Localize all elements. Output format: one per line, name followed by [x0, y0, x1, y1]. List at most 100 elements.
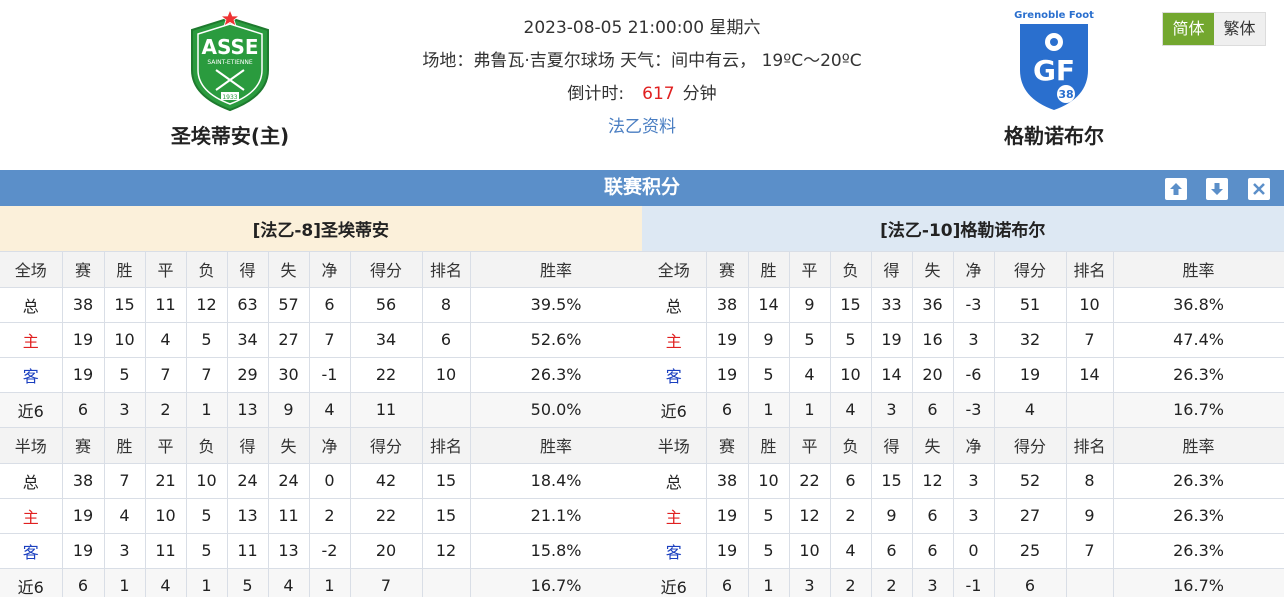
table-cell: 7 — [1066, 533, 1114, 569]
column-header: 赛 — [62, 427, 105, 464]
table-cell: 22 — [350, 357, 423, 393]
away-team[interactable]: Grenoble Foot GF 38 格勒诺布尔 — [954, 8, 1154, 149]
move-up-button[interactable] — [1165, 178, 1187, 200]
table-cell: 6 — [994, 568, 1067, 597]
table-cell: 34 — [350, 322, 423, 358]
column-header: 净 — [309, 251, 351, 288]
away-team-logo[interactable]: Grenoble Foot GF 38 — [1012, 8, 1096, 112]
table-cell: 13 — [268, 533, 310, 569]
home-team-logo[interactable]: ASSE SAINT-ETIENNE 1933 — [188, 8, 272, 112]
table-cell: 3 — [953, 463, 995, 499]
table-cell: 5 — [227, 568, 269, 597]
table-cell: 13 — [227, 392, 269, 428]
table-row: 客 19 3 11 5 11 13 -2 20 12 15.8% — [0, 533, 643, 569]
table-cell: 5 — [186, 498, 228, 534]
table-cell: 26.3% — [470, 357, 643, 393]
column-header: 胜 — [748, 427, 790, 464]
column-header: 排名 — [422, 427, 471, 464]
table-cell: 56 — [350, 287, 423, 323]
table-cell: 4 — [104, 498, 146, 534]
column-header: 平 — [789, 427, 831, 464]
table-cell: 50.0% — [470, 392, 643, 428]
column-header: 赛 — [706, 251, 749, 288]
arrow-up-icon — [1170, 183, 1182, 195]
table-cell: 51 — [994, 287, 1067, 323]
table-cell: 27 — [994, 498, 1067, 534]
table-cell: 22 — [789, 463, 831, 499]
column-header: 赛 — [62, 251, 105, 288]
table-cell: 26.3% — [1113, 357, 1284, 393]
table-cell: 12 — [186, 287, 228, 323]
table-cell: 11 — [227, 533, 269, 569]
table-cell: 11 — [350, 392, 423, 428]
table-cell: 19 — [62, 357, 105, 393]
svg-text:38: 38 — [1058, 88, 1073, 101]
table-cell: 15 — [422, 498, 471, 534]
table-cell: 36 — [912, 287, 954, 323]
close-icon — [1253, 183, 1265, 195]
lang-simplified-button[interactable]: 简体 — [1163, 13, 1214, 45]
table-cell: 11 — [145, 533, 187, 569]
table-cell: 2 — [830, 568, 872, 597]
home-standings-panel: [法乙-8]圣埃蒂安 全场赛胜平负得失净得分 排名 胜率总 38 15 11 12 63 57 6… — [0, 206, 643, 597]
language-switch: 简体 繁体 — [1162, 12, 1266, 46]
table-cell: 1 — [309, 568, 351, 597]
table-row: 主 19 9 5 5 19 16 3 32 7 47.4% — [642, 322, 1284, 358]
table-cell: 10 — [789, 533, 831, 569]
table-cell: 15 — [422, 463, 471, 499]
match-venue: 场地：弗鲁瓦·吉夏尔球场 天气：间中有云， 19ºC～20ºC — [422, 51, 862, 71]
table-cell: 2 — [309, 498, 351, 534]
column-header: 负 — [186, 427, 228, 464]
table-cell: 15 — [104, 287, 146, 323]
column-header: 得 — [227, 251, 269, 288]
table-cell: 42 — [350, 463, 423, 499]
table-cell: 6 — [871, 533, 913, 569]
column-header: 胜率 — [1113, 251, 1284, 288]
table-cell: 38 — [62, 463, 105, 499]
match-header: ASSE SAINT-ETIENNE 1933 圣埃蒂安(主) 2023-08-… — [0, 0, 1284, 170]
column-header: 排名 — [1066, 427, 1114, 464]
table-row: 近6 6 3 2 1 13 9 4 11 50.0% — [0, 392, 643, 428]
row-label: 主 — [642, 322, 707, 358]
table-cell: -1 — [953, 568, 995, 597]
table-cell: 5 — [186, 533, 228, 569]
home-team-name[interactable]: 圣埃蒂安(主) — [130, 120, 330, 149]
column-header: 净 — [953, 251, 995, 288]
lang-traditional-button[interactable]: 繁体 — [1214, 13, 1265, 45]
row-label: 主 — [642, 498, 707, 534]
away-table-title[interactable]: [法乙-10]格勒诺布尔 — [642, 206, 1284, 252]
table-cell: 1 — [186, 392, 228, 428]
table-cell: 19 — [62, 322, 105, 358]
arrow-down-icon — [1211, 183, 1223, 195]
table-cell: 4 — [145, 322, 187, 358]
table-cell: 26.3% — [1113, 498, 1284, 534]
table-row: 主 19 5 12 2 9 6 3 27 9 26.3% — [642, 498, 1284, 534]
table-cell: 19 — [706, 498, 749, 534]
table-cell: 2 — [871, 568, 913, 597]
column-header: 负 — [186, 251, 228, 288]
move-down-button[interactable] — [1206, 178, 1228, 200]
table-cell: 4 — [789, 357, 831, 393]
table-cell: 18.4% — [470, 463, 643, 499]
home-table-title[interactable]: [法乙-8]圣埃蒂安 — [0, 206, 643, 252]
home-team[interactable]: ASSE SAINT-ETIENNE 1933 圣埃蒂安(主) — [130, 8, 330, 149]
row-label: 主 — [0, 498, 63, 534]
table-cell — [1066, 568, 1114, 597]
table-cell: 7 — [309, 322, 351, 358]
table-cell: 6 — [830, 463, 872, 499]
league-info-link[interactable]: 法乙资料 — [392, 113, 892, 146]
table-cell: 16 — [912, 322, 954, 358]
table-cell — [422, 568, 471, 597]
table-header-row: 全场赛胜平负得失净得分 排名 胜率 — [642, 251, 1284, 288]
row-label: 近6 — [642, 568, 707, 597]
column-header: 失 — [912, 427, 954, 464]
away-team-name[interactable]: 格勒诺布尔 — [954, 120, 1154, 149]
table-cell: 63 — [227, 287, 269, 323]
table-header-row: 半场赛胜平负得失净得分 排名 胜率 — [642, 427, 1284, 464]
table-cell: -1 — [309, 357, 351, 393]
table-cell: 10 — [145, 498, 187, 534]
column-header: 净 — [953, 427, 995, 464]
close-section-button[interactable] — [1248, 178, 1270, 200]
table-row: 总 38 14 9 15 33 36 -3 51 10 36.8% — [642, 287, 1284, 323]
section-label: 全场 — [0, 251, 63, 288]
